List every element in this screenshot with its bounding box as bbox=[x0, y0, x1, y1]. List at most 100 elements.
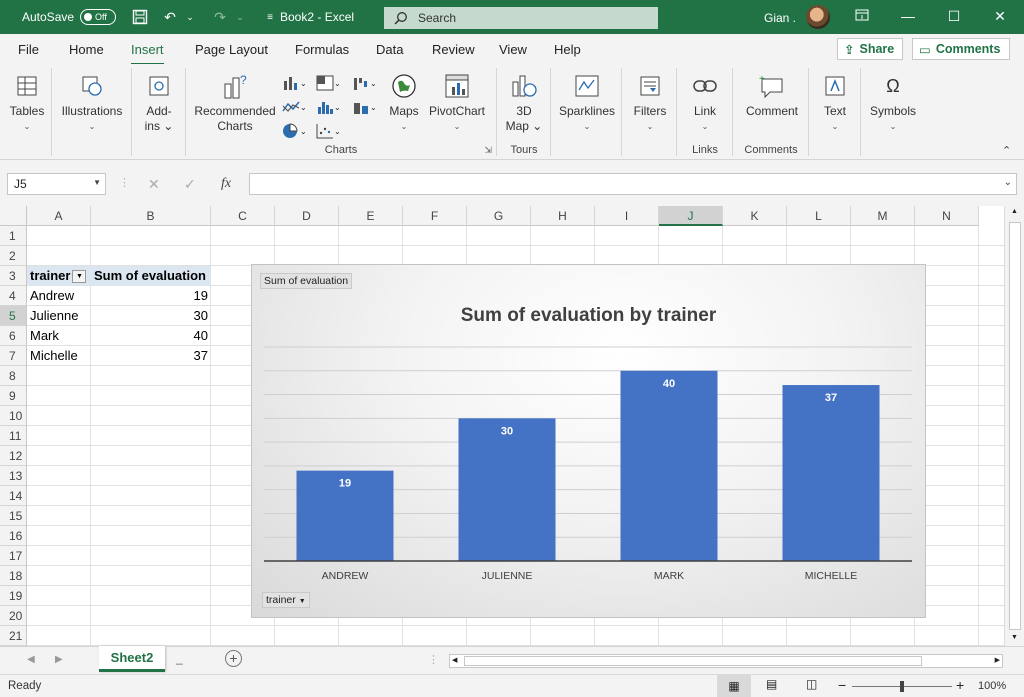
worksheet-grid[interactable]: ABCDEFGHIJKLMN 1 2 3 4 5 6 7 8 9 10 11 12 13 14 15 16 17… bbox=[0, 206, 1004, 646]
pivot-row-label[interactable]: Andrew bbox=[27, 286, 91, 306]
chart-bar-mark[interactable] bbox=[620, 370, 718, 561]
zoom-slider-thumb[interactable] bbox=[900, 681, 904, 692]
column-header-j[interactable]: J bbox=[659, 206, 723, 226]
enter-icon[interactable]: ✓ bbox=[184, 176, 196, 193]
zoom-in-icon[interactable]: + bbox=[956, 677, 964, 693]
column-chart-icon[interactable]: ⌄ bbox=[282, 74, 308, 92]
scroll-up-icon[interactable]: ▲ bbox=[1011, 208, 1018, 215]
column-header-n[interactable]: N bbox=[915, 206, 979, 226]
pivot-filter-dropdown-icon[interactable]: ▼ bbox=[72, 270, 87, 284]
sparklines-button[interactable]: Sparklines ⌄ bbox=[557, 72, 617, 134]
customize-toolbar-icon[interactable]: ≡ bbox=[260, 7, 280, 27]
save-icon[interactable] bbox=[130, 7, 150, 27]
statistic-chart-icon[interactable]: ⌄ bbox=[316, 98, 342, 116]
row-header-5[interactable]: 5 bbox=[0, 306, 27, 326]
comments-button[interactable]: ▭ Comments bbox=[912, 38, 1010, 60]
row-header-16[interactable]: 16 bbox=[0, 526, 27, 546]
waterfall-chart-icon[interactable]: ⌄ bbox=[352, 74, 378, 92]
pivot-row-header[interactable]: trainer ▼ bbox=[27, 266, 91, 286]
new-sheet-icon[interactable]: + bbox=[225, 650, 242, 667]
column-header-b[interactable]: B bbox=[91, 206, 211, 226]
undo-icon[interactable]: ↶ bbox=[160, 7, 180, 27]
column-header-m[interactable]: M bbox=[851, 206, 915, 226]
scroll-down-icon[interactable]: ▼ bbox=[1011, 634, 1018, 641]
pivot-value-header[interactable]: Sum of evaluation bbox=[91, 266, 211, 286]
row-header-13[interactable]: 13 bbox=[0, 466, 27, 486]
tab-insert[interactable]: Insert bbox=[131, 42, 164, 66]
maximize-icon[interactable]: ☐ bbox=[944, 8, 964, 25]
3d-map-button[interactable]: 3D Map ⌄ bbox=[503, 72, 545, 134]
zoom-out-icon[interactable]: − bbox=[838, 677, 846, 693]
expand-formula-bar-icon[interactable]: ⌄ bbox=[1004, 177, 1012, 188]
row-header-14[interactable]: 14 bbox=[0, 486, 27, 506]
row-header-20[interactable]: 20 bbox=[0, 606, 27, 626]
redo-icon[interactable]: ↷ bbox=[210, 7, 230, 27]
tab-page-layout[interactable]: Page Layout bbox=[195, 42, 268, 57]
sheet-next-icon[interactable]: ▶ bbox=[55, 654, 63, 665]
chart-plot-area[interactable]: 19 ANDREW 30 JULIENNE 40 MARK 37 MICHELLE bbox=[252, 265, 927, 619]
redo-dropdown-icon[interactable]: ⌄ bbox=[230, 7, 250, 27]
comment-button[interactable]: + Comment bbox=[739, 72, 805, 119]
horizontal-scroll-thumb[interactable] bbox=[464, 656, 922, 666]
pivot-row-value[interactable]: 37 bbox=[91, 346, 211, 366]
pivot-row-value[interactable]: 40 bbox=[91, 326, 211, 346]
row-header-18[interactable]: 18 bbox=[0, 566, 27, 586]
row-header-17[interactable]: 17 bbox=[0, 546, 27, 566]
select-all-corner[interactable] bbox=[0, 206, 27, 226]
line-chart-icon[interactable]: ⌄ bbox=[282, 98, 308, 116]
undo-dropdown-icon[interactable]: ⌄ bbox=[180, 7, 200, 27]
tab-review[interactable]: Review bbox=[432, 42, 475, 57]
column-header-a[interactable]: A bbox=[27, 206, 91, 226]
search-box[interactable]: Search bbox=[384, 7, 658, 29]
column-header-i[interactable]: I bbox=[595, 206, 659, 226]
normal-view-icon[interactable]: ▦ bbox=[717, 675, 751, 697]
avatar[interactable] bbox=[806, 5, 830, 29]
page-layout-view-icon[interactable]: ▤ bbox=[766, 677, 777, 691]
ribbon-display-options-icon[interactable] bbox=[852, 8, 872, 24]
tab-view[interactable]: View bbox=[499, 42, 527, 57]
maps-button[interactable]: Maps ⌄ bbox=[386, 72, 422, 134]
pivotchart-button[interactable]: PivotChart ⌄ bbox=[426, 72, 488, 134]
pie-chart-icon[interactable]: ⌄ bbox=[282, 122, 308, 140]
row-header-1[interactable]: 1 bbox=[0, 226, 27, 246]
row-header-6[interactable]: 6 bbox=[0, 326, 27, 346]
tab-help[interactable]: Help bbox=[554, 42, 581, 57]
row-header-3[interactable]: 3 bbox=[0, 266, 27, 286]
column-header-e[interactable]: E bbox=[339, 206, 403, 226]
addins-button[interactable]: Add-ins ⌄ bbox=[138, 72, 180, 134]
link-button[interactable]: Link ⌄ bbox=[683, 72, 727, 134]
zoom-level[interactable]: 100% bbox=[978, 680, 1006, 692]
tab-formulas[interactable]: Formulas bbox=[295, 42, 349, 57]
chart-bar-julienne[interactable] bbox=[458, 418, 556, 561]
sheet-prev-icon[interactable]: ◀ bbox=[27, 654, 35, 665]
minimize-icon[interactable]: — bbox=[898, 8, 918, 24]
pivot-row-label[interactable]: Julienne bbox=[27, 306, 91, 326]
column-header-h[interactable]: H bbox=[531, 206, 595, 226]
row-header-12[interactable]: 12 bbox=[0, 446, 27, 466]
chart-axis-field-button[interactable]: trainer ▼ bbox=[262, 592, 310, 608]
cancel-icon[interactable]: ✕ bbox=[148, 176, 160, 193]
axis-field-dropdown-icon[interactable]: ▼ bbox=[299, 598, 306, 605]
row-header-2[interactable]: 2 bbox=[0, 246, 27, 266]
filters-button[interactable]: Filters ⌄ bbox=[628, 72, 672, 134]
name-box-dropdown-icon[interactable]: ▼ bbox=[93, 178, 101, 187]
column-header-k[interactable]: K bbox=[723, 206, 787, 226]
zoom-slider[interactable] bbox=[852, 681, 952, 692]
column-header-g[interactable]: G bbox=[467, 206, 531, 226]
row-header-15[interactable]: 15 bbox=[0, 506, 27, 526]
insert-function-icon[interactable]: fx bbox=[221, 176, 231, 192]
vertical-scrollbar[interactable]: ▲ ▼ bbox=[1004, 206, 1024, 646]
tables-button[interactable]: Tables ⌄ bbox=[8, 72, 46, 134]
column-header-l[interactable]: L bbox=[787, 206, 851, 226]
tab-data[interactable]: Data bbox=[376, 42, 403, 57]
column-header-d[interactable]: D bbox=[275, 206, 339, 226]
scatter-chart-icon[interactable]: ⌄ bbox=[316, 122, 342, 140]
symbols-button[interactable]: Ω Symbols ⌄ bbox=[865, 72, 921, 134]
text-button[interactable]: Text ⌄ bbox=[815, 72, 855, 134]
row-header-4[interactable]: 4 bbox=[0, 286, 27, 306]
horizontal-scrollbar[interactable]: ◀ ▶ bbox=[449, 654, 1003, 668]
row-header-9[interactable]: 9 bbox=[0, 386, 27, 406]
pivot-chart[interactable]: Sum of evaluation Sum of evaluation by t… bbox=[251, 264, 926, 618]
close-icon[interactable]: ✕ bbox=[990, 8, 1010, 25]
share-button[interactable]: ⇪ Share bbox=[837, 38, 903, 60]
